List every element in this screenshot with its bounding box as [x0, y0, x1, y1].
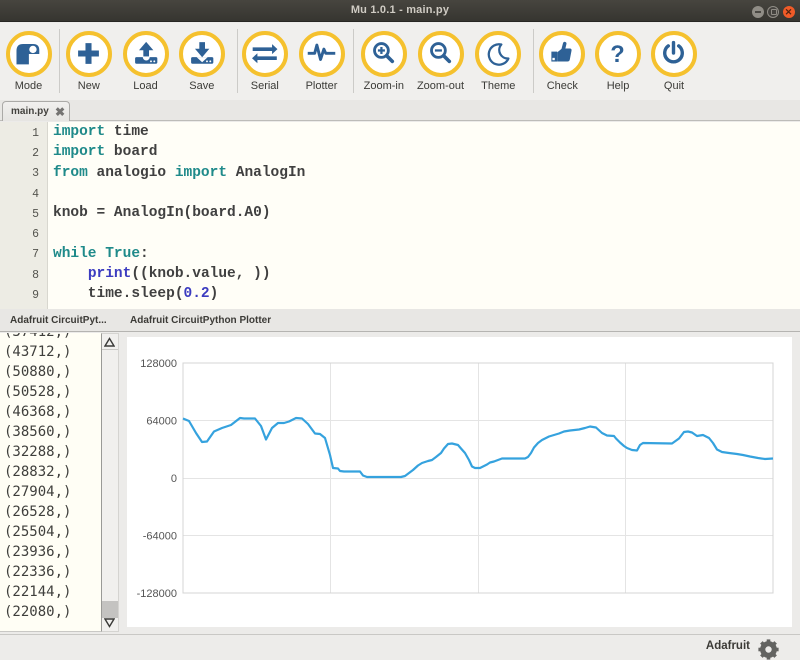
- svg-text:128000: 128000: [140, 358, 177, 370]
- svg-text:64000: 64000: [146, 416, 177, 428]
- svg-text:-64000: -64000: [143, 531, 177, 543]
- svg-text:-128000: -128000: [137, 588, 177, 600]
- svg-text:?: ?: [610, 42, 624, 68]
- svg-text:0: 0: [171, 473, 177, 485]
